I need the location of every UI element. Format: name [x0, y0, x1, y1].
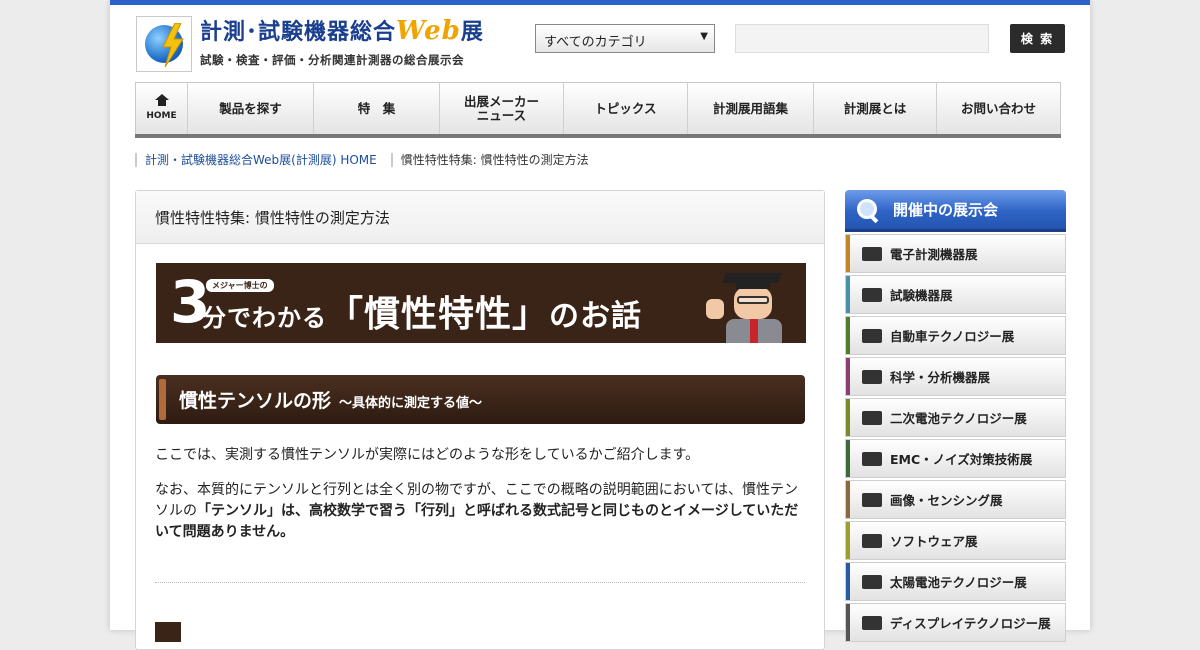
sidebar-item-color-bar: [846, 440, 850, 477]
sidebar-item-label: 試験機器展: [890, 288, 953, 303]
section-accent: [159, 379, 166, 420]
sidebar-item-color-bar: [846, 481, 850, 518]
divider: [155, 582, 805, 583]
logo-globe-icon: [136, 16, 192, 72]
nav-home-label: HOME: [146, 111, 177, 121]
dropdown-arrow-icon: ▼: [700, 31, 708, 42]
section-title: 慣性テンソルの形: [179, 390, 332, 412]
sidebar-item-color-bar: [846, 604, 850, 641]
paragraph-note: なお、本質的にテンソルと行列とは全く別の物ですが、ここでの概略の説明範囲において…: [155, 482, 799, 540]
article-title: 慣性特性特集: 慣性特性の測定方法: [136, 191, 824, 244]
professor-illustration-icon: [706, 269, 796, 343]
test-tube-icon: [862, 369, 882, 384]
breadcrumb-separator: [390, 152, 393, 167]
breadcrumb: 計測・試験機器総合Web展(計測展) HOME 慣性特性特集: 慣性特性の測定方…: [135, 151, 589, 168]
nav-topics[interactable]: トピックス: [564, 83, 688, 134]
banner-headline: 分でわかる「慣性特性」のお話: [202, 294, 643, 335]
software-icon: [862, 533, 882, 548]
sidebar-item-color-bar: [846, 235, 850, 272]
breadcrumb-separator: [135, 152, 137, 167]
sidebar-item-exhibition[interactable]: ディスプレイテクノロジー展: [845, 603, 1066, 642]
sidebar-item-exhibition[interactable]: 電子計測機器展: [845, 234, 1066, 273]
sidebar-item-label: ソフトウェア展: [890, 534, 978, 549]
sidebar-item-color-bar: [846, 563, 850, 600]
paragraph-intro: ここでは、実測する慣性テンソルが実際にはどのような形をしているかご紹介します。: [155, 447, 700, 463]
sidebar-item-exhibition[interactable]: 太陽電池テクノロジー展: [845, 562, 1066, 601]
sidebar-item-exhibition[interactable]: 科学・分析機器展: [845, 357, 1066, 396]
sidebar-item-label: 科学・分析機器展: [890, 370, 991, 385]
nav-contact[interactable]: お問い合わせ: [937, 83, 1060, 134]
search-button[interactable]: 検 索: [1010, 24, 1065, 53]
nav-underline: [135, 134, 1061, 138]
sidebar-item-exhibition[interactable]: EMC・ノイズ対策技術展: [845, 439, 1066, 478]
home-icon: [154, 94, 169, 107]
display-icon: [862, 615, 882, 630]
page: 計測･試験機器総合Web展 試験・検査・評価・分析関連計測器の総合展示会 すべて…: [110, 0, 1090, 650]
logo-subtitle: 試験・検査・評価・分析関連計測器の総合展示会: [200, 53, 464, 67]
breadcrumb-home-link[interactable]: 計測・試験機器総合Web展(計測展) HOME: [145, 151, 377, 168]
article-panel: 慣性特性特集: 慣性特性の測定方法 3 メジャー博士の 分でわかる「慣性特性」の…: [135, 190, 825, 650]
waveform-icon: [862, 246, 882, 261]
nav-products[interactable]: 製品を探す: [188, 83, 314, 134]
sidebar-item-exhibition[interactable]: 二次電池テクノロジー展: [845, 398, 1066, 437]
sidebar-item-label: ディスプレイテクノロジー展: [890, 616, 1051, 631]
section-heading: 慣性テンソルの形 ～具体的に測定する値～: [156, 375, 805, 424]
category-select-value: すべてのカテゴリ: [544, 35, 647, 50]
feature-banner: 3 メジャー博士の 分でわかる「慣性特性」のお話: [156, 263, 806, 343]
nav-exhibitor-news[interactable]: 出展メーカー ニュース: [440, 83, 564, 134]
next-section-marker: [155, 622, 181, 642]
sidebar-item-color-bar: [846, 522, 850, 559]
sidebar-item-label: 画像・センシング展: [890, 493, 1003, 508]
sidebar-item-label: 二次電池テクノロジー展: [890, 411, 1027, 426]
solar-panel-icon: [862, 574, 882, 589]
global-nav: HOME 製品を探す 特 集 出展メーカー ニュース トピックス 計測展用語集 …: [135, 82, 1061, 134]
nav-home[interactable]: HOME: [136, 83, 188, 134]
sidebar-item-exhibition[interactable]: ソフトウェア展: [845, 521, 1066, 560]
sidebar-item-exhibition[interactable]: 試験機器展: [845, 275, 1066, 314]
sidebar-item-color-bar: [846, 358, 850, 395]
sidebar-item-color-bar: [846, 399, 850, 436]
sidebar-item-exhibition[interactable]: 画像・センシング展: [845, 480, 1066, 519]
battery-icon: [862, 410, 882, 425]
breadcrumb-current: 慣性特性特集: 慣性特性の測定方法: [400, 153, 589, 167]
sidebar-item-exhibition[interactable]: 自動車テクノロジー展: [845, 316, 1066, 355]
sidebar-exhibitions: 開催中の展示会 電子計測機器展 試験機器展自動車テクノロジー展 科学・分析機器展二次…: [845, 190, 1066, 642]
signal-icon: [862, 451, 882, 466]
section-subtitle: ～具体的に測定する値～: [339, 396, 483, 411]
site-logo[interactable]: 計測･試験機器総合Web展 試験・検査・評価・分析関連計測器の総合展示会: [136, 14, 483, 74]
car-icon: [862, 328, 882, 343]
sidebar-item-color-bar: [846, 317, 850, 354]
search-input[interactable]: [735, 24, 989, 53]
nav-features[interactable]: 特 集: [314, 83, 440, 134]
microscope-icon: [862, 492, 882, 507]
nav-glossary[interactable]: 計測展用語集: [688, 83, 814, 134]
sidebar-item-label: 自動車テクノロジー展: [890, 329, 1015, 344]
magnifier-icon: [857, 198, 879, 221]
nav-about[interactable]: 計測展とは: [814, 83, 937, 134]
sidebar-item-label: EMC・ノイズ対策技術展: [890, 452, 1033, 467]
logo-title: 計測･試験機器総合Web展: [200, 16, 484, 46]
category-select[interactable]: すべてのカテゴリ ▼: [535, 24, 715, 53]
top-accent-bar: [110, 0, 1090, 5]
gauge-icon: [862, 287, 882, 302]
sidebar-heading: 開催中の展示会: [845, 190, 1066, 232]
sidebar-item-label: 電子計測機器展: [890, 247, 978, 262]
sidebar-item-color-bar: [846, 276, 850, 313]
sidebar-item-label: 太陽電池テクノロジー展: [890, 575, 1027, 590]
